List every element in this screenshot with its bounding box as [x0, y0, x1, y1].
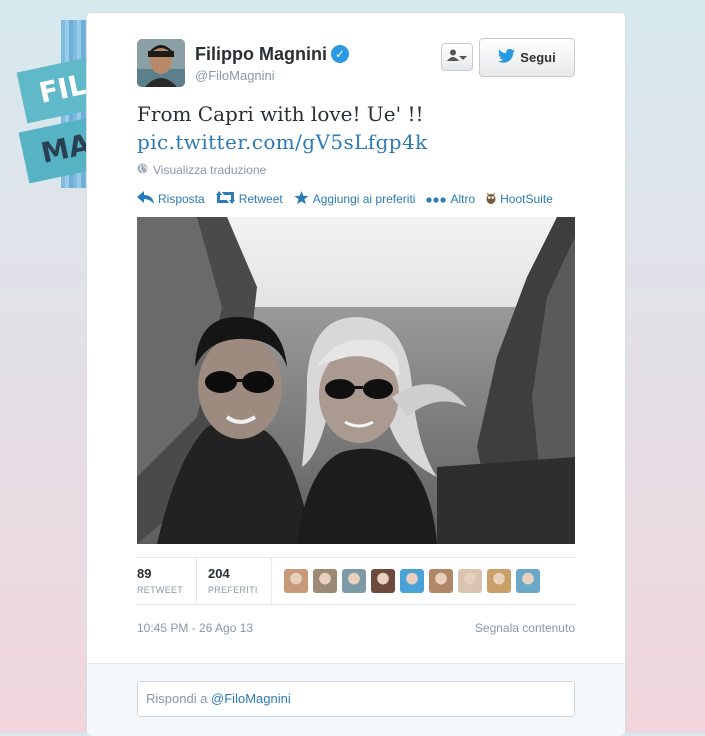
- tweet-card: Filippo Magnini ✓ @FiloMagnini Segui Fro…: [86, 12, 626, 736]
- stats-divider-top: [137, 557, 575, 558]
- avatar[interactable]: [137, 39, 185, 87]
- favoriter-avatar[interactable]: [516, 569, 540, 593]
- stats-divider-bottom: [137, 604, 575, 605]
- favorite-count-stat[interactable]: 204 PREFERITI: [208, 566, 258, 595]
- user-icon: [447, 48, 459, 66]
- favoriter-avatar[interactable]: [400, 569, 424, 593]
- favorite-count-label: PREFERITI: [208, 585, 258, 595]
- translate-link[interactable]: Visualizza traduzione: [137, 163, 266, 177]
- retweet-count: 89: [137, 566, 152, 581]
- favoriter-avatar[interactable]: [284, 569, 308, 593]
- reply-placeholder-mention: @FiloMagnini: [211, 691, 291, 706]
- reply-icon: [137, 191, 154, 207]
- favoriter-avatar[interactable]: [371, 569, 395, 593]
- more-dots-icon: [426, 192, 447, 206]
- retweet-count-label: RETWEET: [137, 585, 184, 595]
- stats-separator: [271, 558, 272, 604]
- favorite-label: Aggiungi ai preferiti: [312, 192, 416, 206]
- user-display-name[interactable]: Filippo Magnini: [195, 44, 327, 65]
- retweet-label: Retweet: [238, 192, 283, 206]
- tweet-timestamp[interactable]: 10:45 PM - 26 Ago 13: [137, 621, 253, 635]
- favoriters-avatar-list: [284, 569, 540, 593]
- verified-badge-icon: ✓: [331, 45, 349, 63]
- favoriter-avatar[interactable]: [313, 569, 337, 593]
- retweet-button[interactable]: Retweet: [215, 191, 283, 207]
- more-button[interactable]: Altro: [426, 192, 475, 206]
- favorite-button[interactable]: Aggiungi ai preferiti: [294, 190, 416, 208]
- favorite-count: 204: [208, 566, 230, 581]
- report-content-link[interactable]: Segnala contenuto: [475, 621, 575, 635]
- reply-area: Rispondi a @FiloMagnini: [87, 663, 625, 736]
- tweet-media-link[interactable]: pic.twitter.com/gV5sLfgp4k: [137, 129, 428, 155]
- user-actions-dropdown[interactable]: [441, 43, 473, 71]
- favoriter-avatar[interactable]: [487, 569, 511, 593]
- favoriter-avatar[interactable]: [342, 569, 366, 593]
- star-icon: [294, 190, 309, 208]
- hootsuite-button[interactable]: HootSuite: [486, 192, 553, 207]
- chevron-down-icon: [459, 48, 467, 66]
- follow-button-label: Segui: [520, 50, 556, 65]
- more-label: Altro: [450, 192, 476, 206]
- reply-placeholder-prefix: Rispondi a: [146, 691, 212, 706]
- hootsuite-owl-icon: [486, 192, 496, 207]
- reply-input[interactable]: Rispondi a @FiloMagnini: [137, 681, 575, 717]
- reply-label: Risposta: [158, 192, 205, 206]
- user-handle[interactable]: @FiloMagnini: [195, 68, 275, 83]
- stats-separator: [196, 558, 197, 604]
- hootsuite-label: HootSuite: [500, 192, 553, 206]
- translate-label: Visualizza traduzione: [153, 163, 267, 177]
- globe-icon: [137, 163, 148, 177]
- tweet-photo[interactable]: [137, 217, 575, 544]
- retweet-count-stat[interactable]: 89 RETWEET: [137, 566, 183, 595]
- favoriter-avatar[interactable]: [429, 569, 453, 593]
- tweet-text: From Capri with love! Ue' !!: [137, 102, 424, 126]
- tweet-actions: Risposta Retweet Aggiungi ai preferiti A…: [137, 189, 553, 209]
- twitter-bird-icon: [498, 48, 516, 66]
- reply-button[interactable]: Risposta: [137, 191, 205, 207]
- retweet-icon: [215, 191, 235, 207]
- follow-button[interactable]: Segui: [479, 38, 575, 77]
- favoriter-avatar[interactable]: [458, 569, 482, 593]
